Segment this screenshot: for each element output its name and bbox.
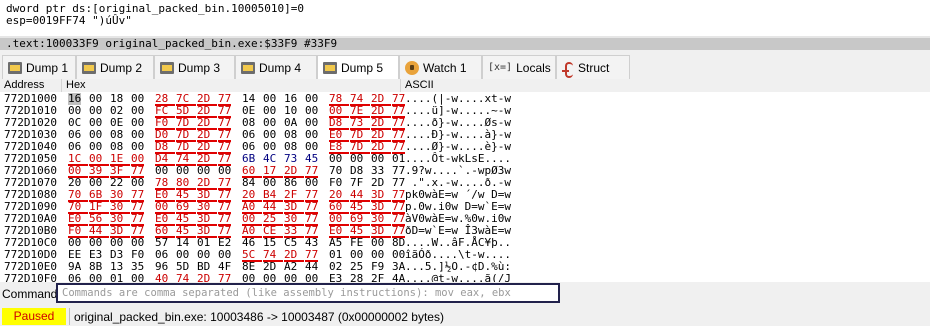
memory-icon — [160, 61, 174, 74]
tab-bar: Dump 1 Dump 2 Dump 3 Dump 4 Dump 5 Watch… — [0, 55, 930, 79]
column-header-address[interactable]: Address — [0, 79, 62, 92]
tab-label: Dump 5 — [341, 60, 384, 75]
tab-watch-1[interactable]: Watch 1 — [399, 55, 482, 79]
tab-dump-3[interactable]: Dump 3 — [154, 55, 235, 79]
info-line-2: esp=0019FF74 ")úÛv" — [6, 14, 132, 27]
tab-dump-1[interactable]: Dump 1 — [2, 55, 76, 79]
command-bar: Command: Commands are comma separated (l… — [0, 282, 930, 305]
address-bar: .text:100033F9 original_packed_bin.exe:$… — [0, 38, 930, 50]
memory-icon — [8, 61, 22, 74]
status-bar: Paused original_packed_bin.exe: 10003486… — [0, 307, 930, 326]
tab-dump-5[interactable]: Dump 5 — [317, 55, 399, 79]
column-header-ascii[interactable]: ASCII — [401, 79, 930, 92]
tab-struct[interactable]: Struct — [556, 55, 630, 79]
watch-icon — [405, 60, 419, 75]
tab-label: Dump 4 — [259, 60, 302, 75]
tab-label: Locals — [516, 60, 551, 75]
status-badge: Paused — [2, 308, 66, 325]
status-text: original_packed_bin.exe: 10003486 -> 100… — [74, 310, 444, 324]
info-panel: dword ptr ds:[original_packed_bin.100050… — [0, 0, 930, 36]
tab-label: Watch 1 — [423, 60, 467, 75]
dump-view[interactable]: Address Hex ASCII 772D1000 16 00 18 00 28 7C 2D… — [0, 79, 930, 297]
tab-label: Dump 1 — [26, 60, 69, 75]
command-input[interactable]: Commands are comma separated (like assem… — [56, 283, 560, 303]
memory-icon — [241, 61, 255, 74]
command-label: Command: — [2, 287, 61, 301]
tab-locals[interactable]: [x=] Locals — [482, 55, 556, 79]
address-label: .text:100033F9 original_packed_bin.exe:$… — [6, 37, 338, 50]
struct-icon — [562, 61, 574, 78]
memory-icon — [323, 61, 337, 74]
column-header-hex[interactable]: Hex — [62, 79, 401, 92]
tab-dump-2[interactable]: Dump 2 — [76, 55, 154, 79]
tab-dump-4[interactable]: Dump 4 — [235, 55, 317, 79]
status-divider — [69, 308, 70, 325]
tab-label: Struct — [578, 60, 610, 75]
locals-icon: [x=] — [488, 61, 513, 73]
tab-label: Dump 2 — [100, 60, 143, 75]
tab-label: Dump 3 — [178, 60, 221, 75]
memory-icon — [82, 61, 96, 74]
